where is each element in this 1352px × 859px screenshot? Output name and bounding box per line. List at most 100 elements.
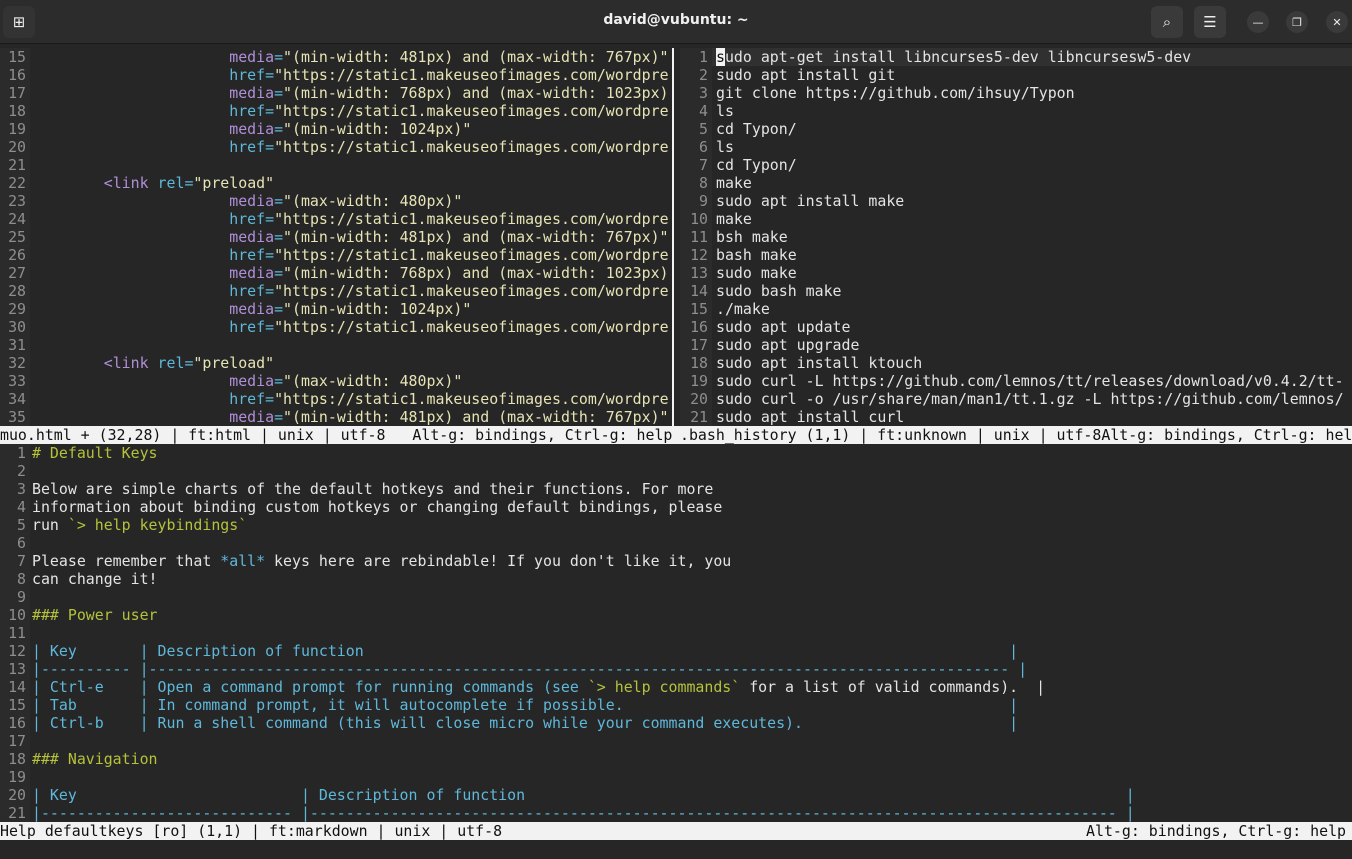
code-token: = (265, 138, 275, 156)
line-text: |---------- |---------------------------… (32, 660, 1027, 678)
code-token: = (274, 120, 284, 138)
editor-line: 31 (0, 336, 672, 354)
code-token: = (265, 390, 275, 408)
code-token: = (274, 228, 284, 246)
editor-line: 15 ./make (680, 300, 1352, 318)
text-cursor: s (716, 48, 725, 66)
line-number: 6 (680, 138, 712, 156)
editor-line: 34 href="https://static1.makeuseofimages… (0, 390, 672, 408)
line-number: 9 (0, 588, 30, 606)
code-token: information about binding custom hotkeys… (32, 498, 723, 516)
code-token: href (229, 66, 266, 84)
line-number: 8 (680, 174, 712, 192)
line-text: ### Navigation (32, 750, 158, 768)
line-text: href="https://static1.makeuseofimages.co… (32, 102, 668, 120)
line-number: 22 (0, 174, 30, 192)
pane-divider[interactable] (672, 48, 678, 426)
editor-line: 33 media="(max-width: 480px)" (0, 372, 672, 390)
code-token: <link (103, 354, 149, 372)
line-number: 1 (0, 444, 30, 462)
line-number: 5 (0, 516, 30, 534)
minimize-button[interactable]: — (1247, 11, 1269, 33)
editor-line: 18 sudo apt install ktouch (680, 354, 1352, 372)
line-number: 4 (680, 102, 712, 120)
line-number: 18 (680, 354, 712, 372)
code-token: = (265, 102, 275, 120)
editor-line: 8 can change it! (0, 570, 1352, 588)
editor-line: 5 run `> help keybindings` (0, 516, 1352, 534)
editor-pane-bash-history[interactable]: 1 sudo apt-get install libncurses5-dev li… (680, 48, 1352, 426)
editor-pane-help[interactable]: 1 # Default Keys 2 3 Below are simple charts… (0, 444, 1352, 822)
menu-button[interactable]: ☰ (1194, 6, 1226, 38)
line-text: make (716, 174, 752, 192)
line-number: 23 (0, 192, 30, 210)
line-number: 10 (0, 606, 30, 624)
editor-line: 26 href="https://static1.makeuseofimages… (0, 246, 672, 264)
editor-line: 7 cd Typon/ (680, 156, 1352, 174)
line-number: 19 (0, 768, 30, 786)
editor-line: 16 sudo apt update (680, 318, 1352, 336)
editor-line: 2 (0, 462, 1352, 480)
line-number: 26 (0, 246, 30, 264)
editor-line: 20 sudo curl -o /usr/share/man/man1/tt.1.… (680, 390, 1352, 408)
editor-line: 27 media="(min-width: 768px) and (max-wi… (0, 264, 672, 282)
line-text: href="https://static1.makeuseofimages.co… (32, 138, 668, 156)
line-number: 21 (0, 804, 30, 822)
maximize-button[interactable]: ❐ (1286, 11, 1308, 33)
minimize-icon: — (1252, 15, 1264, 29)
code-token: rel (157, 174, 185, 192)
editor-pane-muo-html[interactable]: 15 media="(min-width: 481px) and (max-wi… (0, 48, 672, 426)
editor-line: 3 Below are simple charts of the default … (0, 480, 1352, 498)
line-number: 21 (680, 408, 712, 426)
line-number: 19 (0, 120, 30, 138)
code-token: | Ctrl-e | Open a command prompt for run… (32, 678, 588, 696)
code-token: Below are simple charts of the default h… (32, 480, 714, 498)
line-text: href="https://static1.makeuseofimages.co… (32, 210, 669, 228)
close-button[interactable]: ✕ (1326, 11, 1348, 33)
line-text: sudo apt install git (716, 66, 896, 84)
line-number: 10 (680, 210, 712, 228)
window-title: david@vubuntu: ~ (603, 12, 749, 28)
editor-line: 23 media="(max-width: 480px)" (0, 192, 672, 210)
line-number: 15 (0, 48, 30, 66)
line-text: ./make (716, 300, 770, 318)
line-text: sudo apt install ktouch (716, 354, 923, 372)
search-button[interactable]: ⌕ (1151, 6, 1183, 38)
line-number: 5 (680, 120, 712, 138)
line-number: 17 (0, 732, 30, 750)
code-token: = (274, 84, 284, 102)
line-text: media="(max-width: 480px)" (32, 192, 462, 210)
status-bar-help: Help defaultkeys [ro] (1,1) | ft:markdow… (0, 822, 1352, 840)
code-token: "https://static1.makeuseofimages.com/wor… (274, 66, 669, 84)
line-text: cd Typon/ (716, 156, 797, 174)
code-token: "https://static1.makeuseofimages.com/wor… (274, 210, 669, 228)
editor-line: 24 href="https://static1.makeuseofimages… (0, 210, 672, 228)
editor-line: 9 sudo apt install make (680, 192, 1352, 210)
line-number: 19 (680, 372, 712, 390)
line-text: bash make (716, 246, 797, 264)
code-token: "(min-width: 1024px)" (283, 300, 472, 318)
editor-line: 10 ### Power user (0, 606, 1352, 624)
editor-line: 28 href="https://static1.makeuseofimages… (0, 282, 672, 300)
editor-line: 8 make (680, 174, 1352, 192)
editor-line: 25 media="(min-width: 481px) and (max-wi… (0, 228, 672, 246)
line-text: sudo apt install make (716, 192, 905, 210)
line-number: 7 (680, 156, 712, 174)
line-text: | Ctrl-e | Open a command prompt for run… (32, 678, 1045, 696)
code-token: | Key | Description of function | (32, 786, 1135, 804)
line-text: can change it! (32, 570, 158, 588)
editor-line: 17 (0, 732, 1352, 750)
line-number: 9 (680, 192, 712, 210)
line-number: 30 (0, 318, 30, 336)
line-number: 34 (0, 390, 30, 408)
line-text: href="https://static1.makeuseofimages.co… (32, 246, 668, 264)
editor-line: 1 # Default Keys (0, 444, 1352, 462)
